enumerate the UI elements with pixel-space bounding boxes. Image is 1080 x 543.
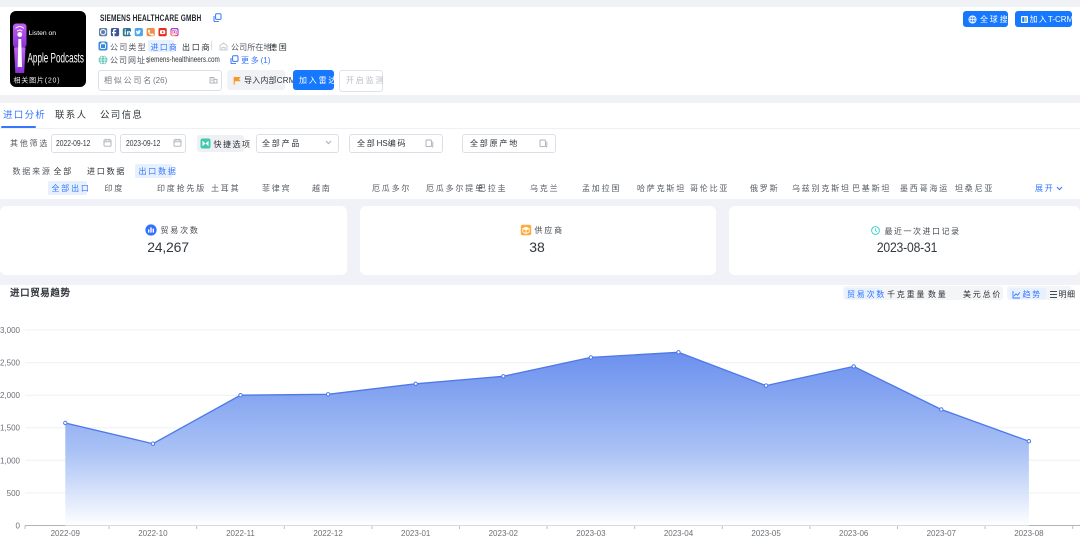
svg-text:2,000: 2,000 — [0, 391, 21, 400]
svg-text:2022-12: 2022-12 — [313, 529, 343, 538]
svg-text:1,500: 1,500 — [0, 424, 21, 433]
svg-text:0: 0 — [16, 522, 21, 531]
svg-text:2,500: 2,500 — [0, 359, 21, 368]
svg-text:Apple Podcasts: Apple Podcasts — [28, 50, 85, 66]
svg-text:2023-07: 2023-07 — [927, 529, 957, 538]
svg-text:2023-02: 2023-02 — [489, 529, 519, 538]
svg-text:500: 500 — [7, 489, 21, 498]
svg-text:1,000: 1,000 — [0, 456, 21, 465]
svg-text:2023-03: 2023-03 — [576, 529, 606, 538]
svg-text:2023-04: 2023-04 — [664, 529, 694, 538]
svg-text:2023-01: 2023-01 — [401, 529, 431, 538]
svg-text:2023-05: 2023-05 — [751, 529, 781, 538]
svg-text:2022-09: 2022-09 — [51, 529, 81, 538]
svg-text:2022-11: 2022-11 — [226, 529, 255, 538]
svg-text:相关图片(20): 相关图片(20) — [14, 76, 61, 85]
svg-text:2022-10: 2022-10 — [138, 529, 168, 538]
svg-text:2023-08: 2023-08 — [1014, 529, 1044, 538]
svg-text:3,000: 3,000 — [0, 326, 21, 335]
svg-text:2023-06: 2023-06 — [839, 529, 869, 538]
svg-text:Listen on: Listen on — [29, 30, 57, 37]
